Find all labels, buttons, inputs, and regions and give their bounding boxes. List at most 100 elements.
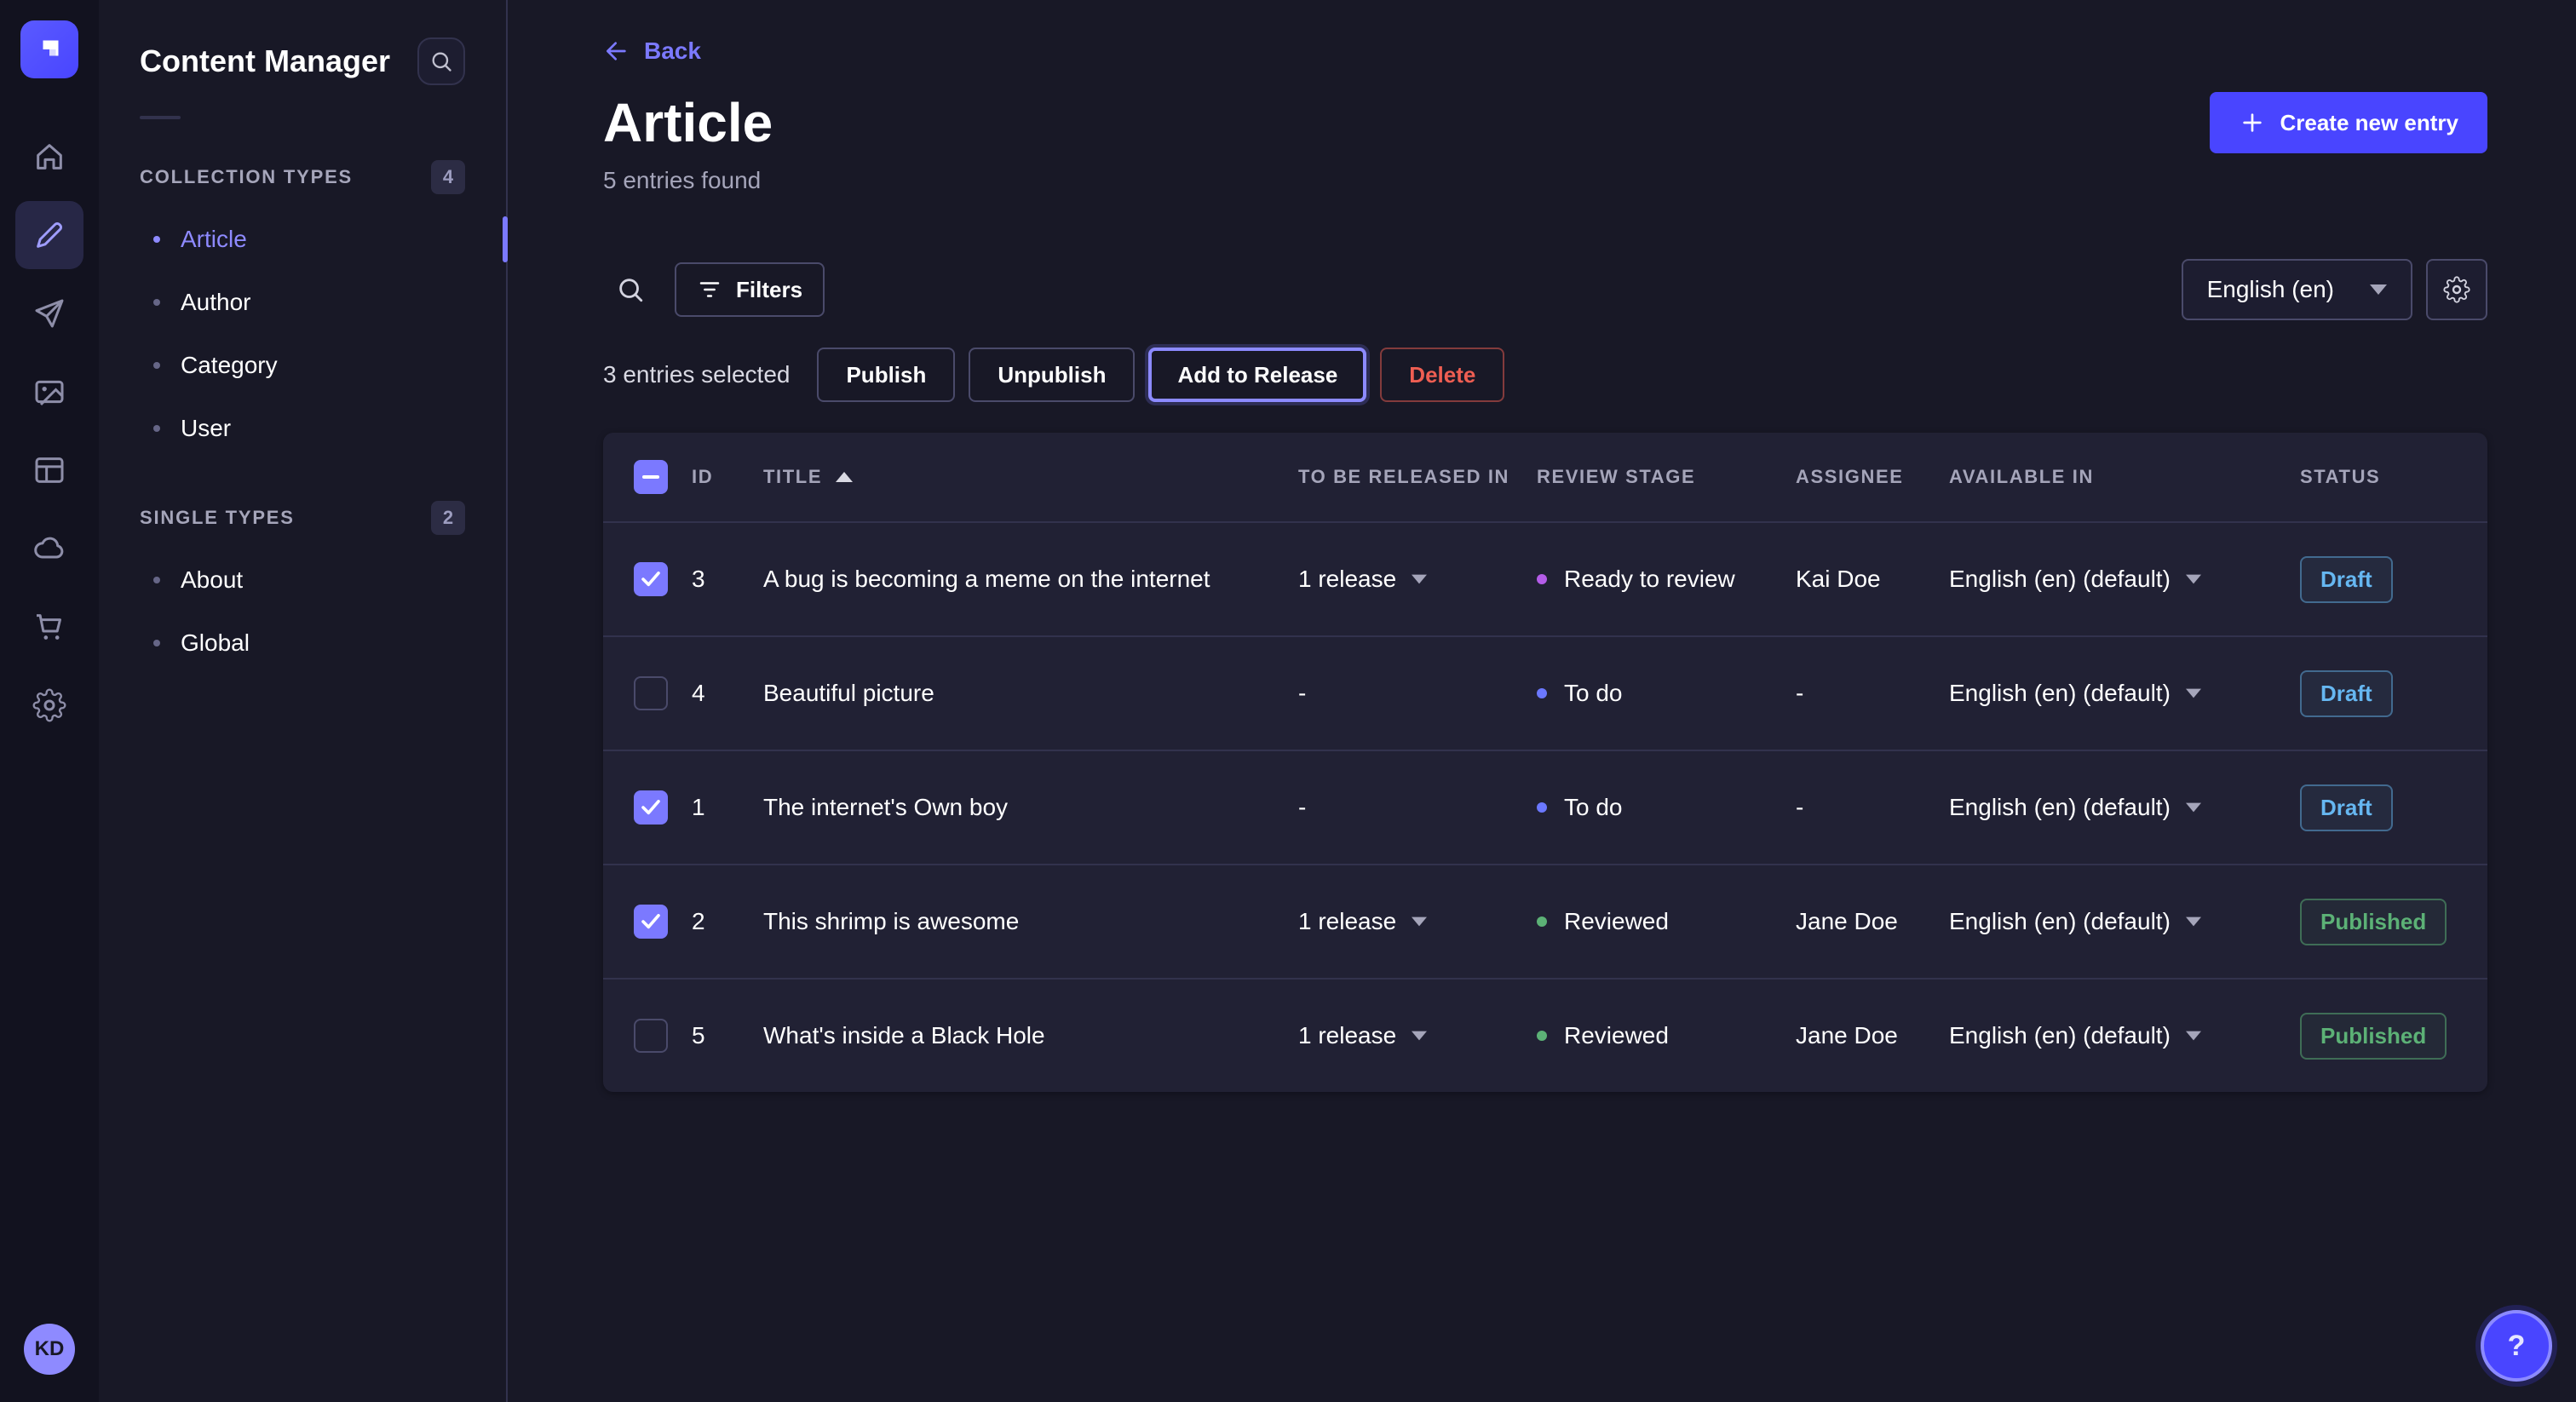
table-row[interactable]: 3A bug is becoming a meme on the interne… [603,521,2487,635]
col-header-release: TO BE RELEASED IN [1298,466,1537,488]
search-icon [616,275,645,304]
stage-dot-icon [1537,916,1547,927]
gear-icon [32,688,66,722]
entry-release[interactable]: 1 release [1298,566,1537,593]
sidebar-item-label: User [181,415,231,442]
entry-locale[interactable]: English (en) (default) [1949,566,2300,593]
sidebar-item-user[interactable]: User [99,397,506,460]
chevron-down-icon [2370,284,2387,295]
plus-icon [2239,109,2266,136]
entry-status: Draft [2300,556,2487,603]
nav-marketplace-button[interactable] [15,593,83,661]
chevron-down-icon [2186,802,2201,813]
row-checkbox[interactable] [634,562,668,596]
entry-release[interactable]: 1 release [1298,1022,1537,1049]
entries-table: ID TITLE TO BE RELEASED IN REVIEW STAGE … [603,433,2487,1092]
nav-home-button[interactable] [15,123,83,191]
sidebar-item-label: Category [181,352,278,379]
entry-review-stage: Ready to review [1537,566,1796,593]
nav-releases-button[interactable] [15,279,83,348]
add-to-release-button[interactable]: Add to Release [1148,348,1366,402]
search-button[interactable] [603,262,658,317]
row-checkbox[interactable] [634,905,668,939]
home-icon [32,140,66,174]
entry-locale[interactable]: English (en) (default) [1949,908,2300,935]
main-content: Back Article 5 entries found Create new … [508,0,2576,1402]
delete-button[interactable]: Delete [1380,348,1504,402]
nav-deploy-button[interactable] [15,514,83,583]
col-header-status: STATUS [2300,466,2487,488]
nav-media-library-button[interactable] [15,358,83,426]
filter-icon [697,277,722,302]
section-count-badge: 2 [431,501,465,535]
col-header-available-in: AVAILABLE IN [1949,466,2300,488]
check-icon [641,800,660,815]
strapi-logo[interactable] [20,20,78,78]
sidebar-item-about[interactable]: About [99,549,506,612]
col-header-review-stage: REVIEW STAGE [1537,466,1796,488]
row-checkbox[interactable] [634,676,668,710]
view-settings-button[interactable] [2426,259,2487,320]
publish-button[interactable]: Publish [817,348,955,402]
table-row[interactable]: 1The internet's Own boy-To do-English (e… [603,750,2487,864]
filters-label: Filters [736,277,802,303]
sidebar-item-global[interactable]: Global [99,612,506,675]
nav-settings-button[interactable] [15,671,83,739]
entry-assignee: Kai Doe [1796,566,1949,593]
bullet-icon [153,640,160,646]
entry-status: Published [2300,1013,2487,1060]
entry-status: Published [2300,899,2487,945]
status-badge: Published [2300,1013,2447,1060]
entry-locale[interactable]: English (en) (default) [1949,680,2300,707]
sort-asc-icon [836,472,853,482]
sidebar-item-label: Article [181,226,247,253]
strapi-logo-icon [34,34,65,65]
locale-select[interactable]: English (en) [2182,259,2412,320]
row-checkbox[interactable] [634,790,668,825]
page-title: Article [603,89,773,157]
col-header-title[interactable]: TITLE [763,466,1298,488]
bullet-icon [153,362,160,369]
main-navbar: KD [0,0,99,1402]
chevron-down-icon [2186,1031,2201,1041]
user-avatar[interactable]: KD [24,1324,75,1375]
status-badge: Draft [2300,670,2393,717]
paper-plane-icon [32,296,66,330]
gear-icon [2443,276,2470,303]
bullet-icon [153,299,160,306]
status-badge: Published [2300,899,2447,945]
entry-locale[interactable]: English (en) (default) [1949,1022,2300,1049]
select-all-checkbox[interactable] [634,460,668,494]
unpublish-button[interactable]: Unpublish [969,348,1135,402]
table-row[interactable]: 4Beautiful picture-To do-English (en) (d… [603,635,2487,750]
nav-content-type-builder-button[interactable] [15,436,83,504]
subnav-search-button[interactable] [417,37,465,85]
entry-release[interactable]: 1 release [1298,908,1537,935]
sidebar-item-author[interactable]: Author [99,271,506,334]
section-label: COLLECTION TYPES [140,166,353,188]
nav-content-manager-button[interactable] [15,201,83,269]
table-row[interactable]: 5What's inside a Black Hole1 releaseRevi… [603,978,2487,1092]
filters-button[interactable]: Filters [675,262,825,317]
back-link[interactable]: Back [603,37,701,65]
table-row[interactable]: 2This shrimp is awesome1 releaseReviewed… [603,864,2487,978]
entry-id: 2 [692,908,763,935]
row-checkbox[interactable] [634,1019,668,1053]
entry-locale[interactable]: English (en) (default) [1949,794,2300,821]
create-entry-button[interactable]: Create new entry [2210,92,2487,153]
entry-title: What's inside a Black Hole [763,1022,1298,1049]
selected-count: 3 entries selected [603,361,790,388]
bullet-icon [153,425,160,432]
pen-icon [32,218,66,252]
check-icon [641,572,660,587]
table-header-row: ID TITLE TO BE RELEASED IN REVIEW STAGE … [603,433,2487,521]
indeterminate-icon [642,475,659,479]
arrow-left-icon [603,37,630,65]
stage-dot-icon [1537,574,1547,584]
entry-title: A bug is becoming a meme on the internet [763,566,1298,593]
entry-release: - [1298,794,1537,821]
help-button[interactable]: ? [2481,1310,2552,1382]
sidebar-item-category[interactable]: Category [99,334,506,397]
sidebar-item-article[interactable]: Article [99,208,506,271]
entry-title: This shrimp is awesome [763,908,1298,935]
